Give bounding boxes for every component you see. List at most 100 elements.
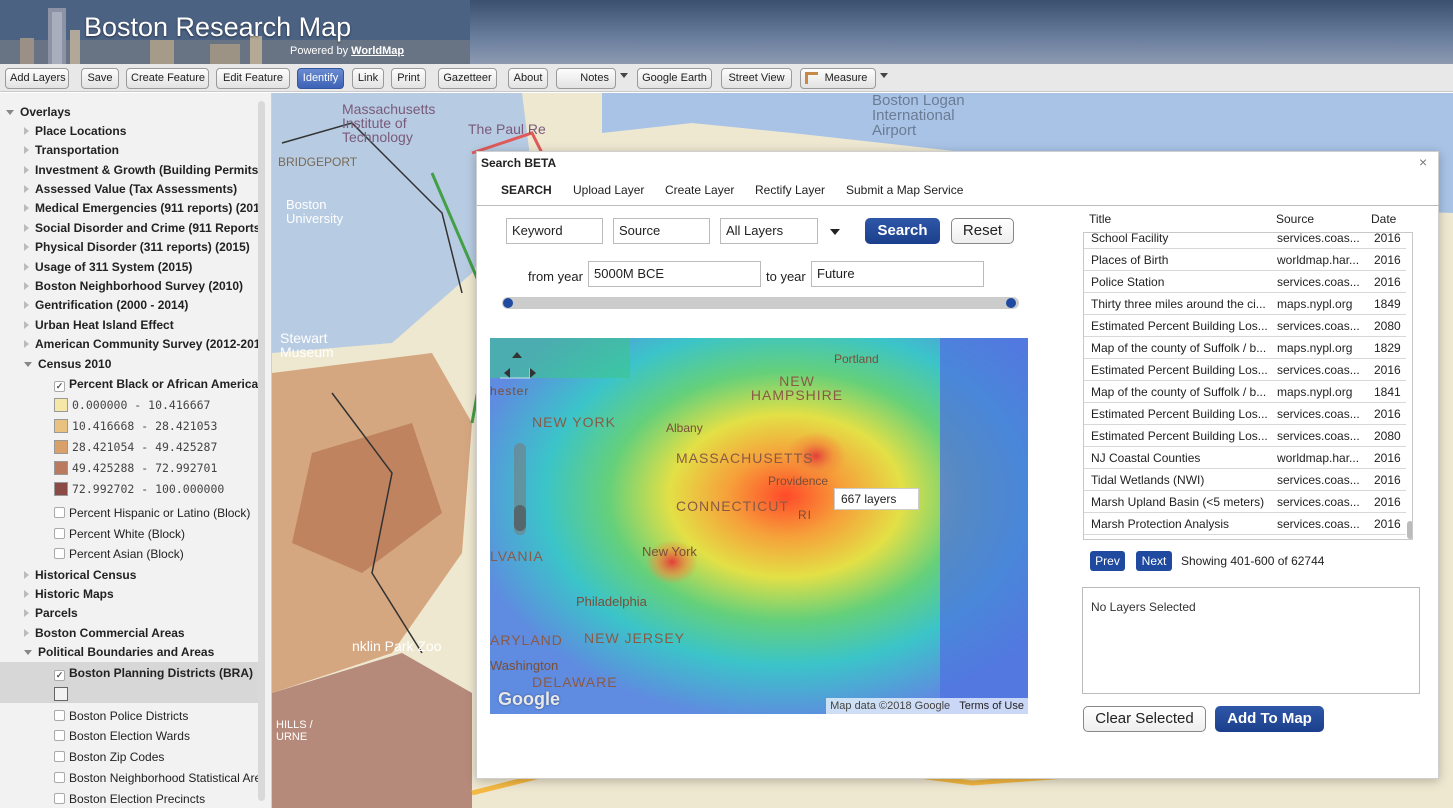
table-row[interactable]: Estimated Percent Building Los... service… [1084,403,1406,425]
political-layer[interactable]: Boston Election Wards [54,726,190,746]
table-row[interactable]: School Facility services.coas... 2016 [1084,233,1406,249]
close-icon[interactable]: × [1419,154,1427,170]
tree-group[interactable]: Usage of 311 System (2015) [24,257,192,277]
tree-group[interactable]: Medical Emergencies (911 reports) (201 [24,198,260,218]
table-row[interactable]: Marsh Protection Analysis services.coas..… [1084,513,1406,535]
next-button[interactable]: Next [1136,551,1172,571]
save-button[interactable]: Save [81,68,119,89]
checkbox-icon[interactable] [54,793,65,804]
table-row[interactable]: Thirty three miles around the ci... maps.… [1084,293,1406,315]
tree-group[interactable]: Historical Census [24,565,136,585]
tree-group[interactable]: Place Locations [24,121,126,141]
political-layer[interactable]: Boston Zip Codes [54,747,164,767]
layers-select-chevron-down-icon[interactable] [830,229,840,235]
measure-dropdown-icon[interactable] [880,73,888,78]
layers-select[interactable]: All Layers [720,218,818,244]
col-header-date[interactable]: Date [1371,212,1396,226]
table-row[interactable]: Map of the county of Suffolk / b... maps.… [1084,381,1406,403]
tree-group[interactable]: Boston Neighborhood Survey (2010) [24,276,243,296]
source-input[interactable]: Source [613,218,710,244]
table-row[interactable]: Marsh Upland Basin (<5 meters) services.c… [1084,491,1406,513]
worldmap-link[interactable]: WorldMap [351,45,404,57]
political-layer[interactable]: Boston Police Districts [54,706,188,726]
census-layer[interactable]: Percent Asian (Block) [54,544,184,564]
political-layer[interactable]: Boston Neighborhood Statistical Are [54,768,261,788]
edit-feature-button[interactable]: Edit Feature [216,68,290,89]
results-list[interactable]: School Facility services.coas... 2016 Plac… [1083,232,1413,540]
col-header-source[interactable]: Source [1276,212,1314,226]
notes-button[interactable]: Notes [556,68,616,89]
gazetteer-button[interactable]: Gazetteer [438,68,497,89]
tree-group[interactable]: Boston Commercial Areas [24,623,185,643]
identify-button[interactable]: Identify [297,68,344,89]
table-row[interactable]: Estimated Percent Building Los... service… [1084,315,1406,337]
tab-upload-layer[interactable]: Upload Layer [573,183,644,197]
clear-selected-button[interactable]: Clear Selected [1083,706,1206,732]
checkbox-checked-icon[interactable]: ✓ [54,381,65,392]
census-layer[interactable]: Percent White (Block) [54,524,185,544]
tree-group[interactable]: Assessed Value (Tax Assessments) [24,179,237,199]
create-feature-button[interactable]: Create Feature [126,68,209,89]
tree-group[interactable]: Historic Maps [24,584,114,604]
terms-of-use-link[interactable]: Terms of Use [959,700,1024,712]
col-header-title[interactable]: Title [1089,212,1111,226]
pan-up-icon[interactable] [512,352,522,358]
add-to-map-button[interactable]: Add To Map [1215,706,1324,732]
reset-button[interactable]: Reset [951,218,1014,244]
table-row[interactable]: Estimated Percent Building Los... service… [1084,359,1406,381]
table-row[interactable]: Tidal Wetlands (NWI) services.coas... 2016 [1084,469,1406,491]
pan-left-icon[interactable] [504,368,510,378]
tree-group[interactable]: Urban Heat Island Effect [24,315,174,335]
table-row[interactable]: Places of Birth worldmap.har... 2016 [1084,249,1406,271]
tree-group[interactable]: Gentrification (2000 - 2014) [24,295,188,315]
checkbox-icon[interactable] [54,548,65,559]
add-layers-button[interactable]: Add Layers [5,68,69,89]
street-view-button[interactable]: Street View [721,68,792,89]
tree-group[interactable]: Transportation [24,140,119,160]
census-2010-node[interactable]: Census 2010 [24,354,111,374]
print-button[interactable]: Print [391,68,426,89]
table-row[interactable]: Police Station services.coas... 2016 [1084,271,1406,293]
table-row[interactable]: Estimated Percent Building Los... service… [1084,425,1406,447]
checkbox-icon[interactable] [54,772,65,783]
notes-dropdown-icon[interactable] [620,73,628,78]
tree-group[interactable]: Parcels [24,603,78,623]
tree-group[interactable]: American Community Survey (2012-201 [24,334,260,354]
checkbox-icon[interactable] [54,730,65,741]
table-row[interactable]: Map of the county of Suffolk / b... maps.… [1084,337,1406,359]
link-button[interactable]: Link [352,68,384,89]
to-year-input[interactable]: Future [811,261,984,287]
census-layer-black[interactable]: ✓ Percent Black or African Americar [54,374,263,394]
tab-rectify-layer[interactable]: Rectify Layer [755,183,825,197]
tree-group[interactable]: Investment & Growth (Building Permits) [24,160,262,180]
slider-handle-start[interactable] [503,298,513,308]
overlays-node[interactable]: Overlays [6,102,71,122]
tab-submit-map-service[interactable]: Submit a Map Service [846,183,963,197]
year-range-slider[interactable] [502,297,1019,309]
checkbox-icon[interactable] [54,507,65,518]
keyword-input[interactable]: Keyword [506,218,603,244]
prev-button[interactable]: Prev [1090,551,1125,571]
tree-group[interactable]: Social Disorder and Crime (911 Reports [24,218,260,238]
planning-districts-layer[interactable]: ✓ Boston Planning Districts (BRA) [54,663,253,683]
political-boundaries-node[interactable]: Political Boundaries and Areas [24,642,214,662]
zoom-slider-handle[interactable] [514,505,526,531]
google-earth-button[interactable]: Google Earth [637,68,712,89]
tab-create-layer[interactable]: Create Layer [665,183,734,197]
heatmap-map[interactable]: hester NEW YORK Albany NEW HAMPSHIRE Por… [490,338,1028,714]
political-layer[interactable]: Boston Election Precincts [54,789,205,808]
pan-right-icon[interactable] [530,368,536,378]
checkbox-icon[interactable] [54,751,65,762]
from-year-input[interactable]: 5000M BCE [588,261,761,287]
checkbox-icon[interactable] [54,528,65,539]
checkbox-checked-icon[interactable]: ✓ [54,670,65,681]
table-row[interactable]: NJ Coastal Counties worldmap.har... 2016 [1084,447,1406,469]
search-button[interactable]: Search [865,218,940,244]
sidebar-scrollbar[interactable] [258,101,265,801]
census-layer[interactable]: Percent Hispanic or Latino (Block) [54,503,250,523]
measure-button[interactable]: Measure [800,68,876,89]
checkbox-icon[interactable] [54,710,65,721]
tab-search[interactable]: SEARCH [501,183,552,197]
results-scrollbar[interactable] [1407,521,1412,539]
about-button[interactable]: About [508,68,548,89]
